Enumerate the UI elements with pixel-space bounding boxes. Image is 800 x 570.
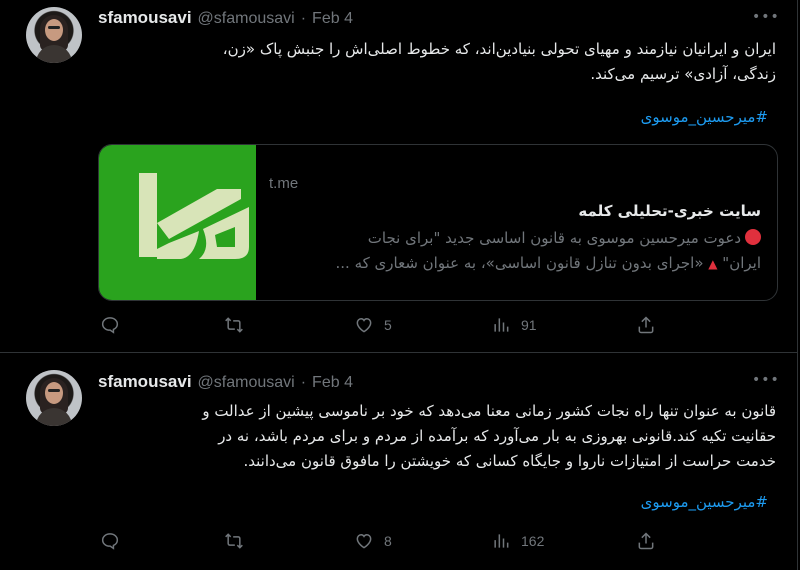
more-icon[interactable]: ••• bbox=[752, 373, 779, 393]
retweet-icon bbox=[225, 533, 243, 549]
reply-icon bbox=[101, 317, 119, 334]
reply-button[interactable] bbox=[100, 315, 120, 335]
tweet-text: قانون به عنوان تنها راه نجات کشور زمانی … bbox=[96, 399, 776, 474]
heart-icon bbox=[356, 533, 372, 549]
card-desc-line: دعوت میرحسین موسوی به قانون اساسی جدید "… bbox=[367, 229, 741, 247]
tweet-text-line: حقانیت تکیه کند.قانونی بهروزی به بار می‌… bbox=[218, 427, 776, 445]
views-count: 162 bbox=[521, 533, 545, 549]
tweet-header: sfamousavi @sfamousavi · Feb 4 bbox=[98, 8, 353, 28]
timeline: sfamousavi @sfamousavi · Feb 4 ••• ایران… bbox=[0, 0, 800, 570]
card-desc-line: «اجرای بدون تنازل قانون اساسی»، به عنوان… bbox=[335, 254, 704, 272]
share-button[interactable] bbox=[636, 531, 656, 551]
card-description: دعوت میرحسین موسوی به قانون اساسی جدید "… bbox=[261, 226, 761, 277]
tweet-date[interactable]: Feb 4 bbox=[312, 10, 353, 28]
tweet-text-line: قانون به عنوان تنها راه نجات کشور زمانی … bbox=[202, 402, 776, 420]
display-name[interactable]: sfamousavi bbox=[98, 372, 192, 392]
user-handle[interactable]: @sfamousavi bbox=[198, 374, 295, 392]
kalameh-logo bbox=[139, 173, 249, 259]
tweet-text: ایران و ایرانیان نیازمند و مهیای تحولی ب… bbox=[96, 37, 776, 87]
like-count: 5 bbox=[384, 317, 392, 333]
card-thumbnail bbox=[99, 145, 256, 300]
views-count: 91 bbox=[521, 317, 537, 333]
share-icon bbox=[638, 532, 654, 550]
tweet-text-line: خدمت حراست از امتیازات ناروا و جایگاه کس… bbox=[243, 452, 776, 470]
retweet-icon bbox=[225, 317, 243, 333]
user-handle[interactable]: @sfamousavi bbox=[198, 10, 295, 28]
link-card[interactable]: t.me سایت خبری-تحلیلی کلمه دعوت میرحسین … bbox=[98, 144, 778, 301]
avatar[interactable] bbox=[26, 7, 82, 63]
tweet-date[interactable]: Feb 4 bbox=[312, 374, 353, 392]
red-circle-icon bbox=[745, 229, 761, 245]
views-icon bbox=[494, 534, 509, 548]
hashtag-link[interactable]: #میرحسین_موسوی bbox=[641, 493, 768, 511]
tweet-actions: 8 162 bbox=[98, 531, 678, 555]
avatar[interactable] bbox=[26, 370, 82, 426]
tweet-text-line: زندگی، آزادی» ترسیم می‌کند. bbox=[590, 65, 776, 83]
share-button[interactable] bbox=[636, 315, 656, 335]
retweet-button[interactable] bbox=[224, 315, 244, 335]
tweet[interactable]: sfamousavi @sfamousavi · Feb 4 ••• ایران… bbox=[0, 0, 798, 352]
display-name[interactable]: sfamousavi bbox=[98, 8, 192, 28]
card-domain: t.me bbox=[269, 175, 299, 192]
hashtag-link[interactable]: #میرحسین_موسوی bbox=[641, 108, 768, 126]
views-icon bbox=[494, 318, 509, 332]
card-desc-line: ایران" bbox=[722, 254, 761, 272]
tweet-header: sfamousavi @sfamousavi · Feb 4 bbox=[98, 372, 353, 392]
reply-button[interactable] bbox=[100, 531, 120, 551]
separator: · bbox=[300, 10, 307, 27]
like-count: 8 bbox=[384, 533, 392, 549]
views-button[interactable]: 91 bbox=[491, 315, 537, 335]
like-button[interactable]: 8 bbox=[354, 531, 392, 551]
reply-icon bbox=[101, 533, 119, 550]
share-icon bbox=[638, 316, 654, 334]
separator: · bbox=[300, 374, 307, 391]
heart-icon bbox=[356, 317, 372, 333]
tweet-actions: 5 91 bbox=[98, 315, 678, 339]
card-title: سایت خبری-تحلیلی کلمه bbox=[578, 202, 761, 220]
tweet[interactable]: sfamousavi @sfamousavi · Feb 4 ••• قانون… bbox=[0, 352, 798, 570]
tweet-text-line: ایران و ایرانیان نیازمند و مهیای تحولی ب… bbox=[222, 40, 776, 58]
red-triangle-icon: ▲ bbox=[708, 257, 718, 271]
retweet-button[interactable] bbox=[224, 531, 244, 551]
like-button[interactable]: 5 bbox=[354, 315, 392, 335]
more-icon[interactable]: ••• bbox=[752, 10, 779, 30]
views-button[interactable]: 162 bbox=[491, 531, 544, 551]
